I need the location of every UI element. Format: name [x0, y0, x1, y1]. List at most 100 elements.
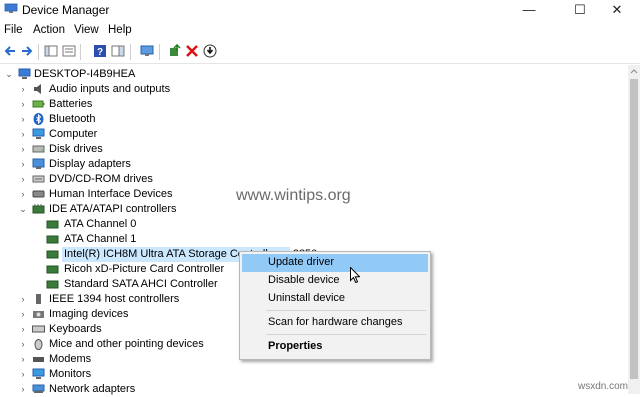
- tree-category[interactable]: › Audio inputs and outputs: [18, 82, 218, 97]
- tree-device-label: Standard SATA AHCI Controller: [64, 278, 218, 290]
- expand-arrow-icon[interactable]: ›: [18, 97, 28, 112]
- mouse-cursor-icon: [350, 267, 360, 283]
- tree-device[interactable]: Ricoh xD-Picture Card Controller: [46, 262, 246, 277]
- toolbar-separator: [38, 44, 39, 60]
- computer-icon: [18, 68, 31, 79]
- tree-device-label: ATA Channel 1: [64, 233, 137, 245]
- vertical-scrollbar[interactable]: [628, 65, 640, 394]
- show-hide-tree-icon[interactable]: [44, 44, 58, 58]
- expand-arrow-icon[interactable]: ›: [18, 172, 28, 187]
- dvd-drive-icon: [32, 175, 45, 183]
- expand-arrow-icon[interactable]: ›: [18, 292, 28, 307]
- tree-category-label: Monitors: [49, 368, 92, 380]
- speaker-icon: [34, 84, 41, 94]
- tree-category[interactable]: › Imaging devices: [18, 307, 218, 322]
- expand-arrow-icon[interactable]: ›: [18, 157, 28, 172]
- update-driver-icon[interactable]: [168, 44, 182, 58]
- ide-controller-icon: [46, 250, 59, 259]
- expand-arrow-icon[interactable]: ›: [18, 307, 28, 322]
- corner-watermark: wsxdn.com: [578, 381, 629, 392]
- tree-category[interactable]: › Modems: [18, 352, 218, 367]
- tree-category[interactable]: › Disk drives: [18, 142, 218, 157]
- hid-icon: [32, 190, 45, 198]
- ide-controller-icon: [46, 265, 59, 274]
- minimize-button[interactable]: —: [506, 0, 552, 20]
- menu-help[interactable]: Help: [108, 24, 132, 36]
- menu-action[interactable]: Action: [33, 24, 65, 36]
- tree-category[interactable]: › Monitors: [18, 367, 218, 382]
- tree-device[interactable]: Standard SATA AHCI Controller: [46, 277, 246, 292]
- uninstall-icon[interactable]: [185, 44, 199, 58]
- menu-properties[interactable]: Properties: [242, 338, 428, 356]
- tree-device-label: ATA Channel 0: [64, 218, 137, 230]
- scrollbar-track: [628, 65, 640, 394]
- tree-category-label: Keyboards: [49, 323, 102, 335]
- menu-view[interactable]: View: [74, 24, 99, 36]
- menu-disable-device[interactable]: Disable device: [242, 272, 428, 290]
- tree-category[interactable]: › Batteries: [18, 97, 218, 112]
- toolbar-separator: [80, 44, 81, 60]
- tree-category[interactable]: › Network adapters: [18, 382, 218, 397]
- tree-device[interactable]: ATA Channel 0: [46, 217, 246, 232]
- scan-hardware-icon[interactable]: [140, 44, 154, 58]
- forward-arrow-icon[interactable]: [20, 44, 34, 58]
- tree-category[interactable]: › Display adapters: [18, 157, 218, 172]
- bluetooth-icon: [33, 113, 44, 125]
- expand-arrow-icon[interactable]: ›: [18, 127, 28, 142]
- tree-category-ide[interactable]: ⌄ IDE ATA/ATAPI controllers: [18, 202, 218, 217]
- tree-category-label: Audio inputs and outputs: [49, 83, 171, 95]
- network-adapter-icon: [32, 384, 45, 393]
- menu-bar: File Action View Help: [0, 21, 640, 41]
- context-menu: Update driver Disable device Uninstall d…: [239, 251, 431, 360]
- expand-arrow-icon[interactable]: ›: [18, 337, 28, 352]
- toolbar-separator: [130, 44, 131, 60]
- help-icon[interactable]: ?: [93, 44, 107, 58]
- menu-update-driver[interactable]: Update driver: [242, 254, 428, 272]
- toolbar: ?: [0, 41, 640, 64]
- tree-root[interactable]: ⌄ DESKTOP-I4B9HEA: [4, 67, 204, 82]
- tree-category-label: Disk drives: [49, 143, 103, 155]
- tree-category[interactable]: › DVD/CD-ROM drives: [18, 172, 218, 187]
- tree-category-label: IEEE 1394 host controllers: [49, 293, 180, 305]
- menu-uninstall-device[interactable]: Uninstall device: [242, 290, 428, 308]
- tree-device-label: Ricoh xD-Picture Card Controller: [64, 263, 225, 275]
- tree-category[interactable]: › Mice and other pointing devices: [18, 337, 218, 352]
- window-title: Device Manager: [22, 3, 110, 17]
- tree-category-label: DVD/CD-ROM drives: [49, 173, 153, 185]
- menu-scan-hardware[interactable]: Scan for hardware changes: [242, 314, 428, 332]
- back-arrow-icon[interactable]: [3, 44, 17, 58]
- collapse-arrow-icon[interactable]: ⌄: [4, 67, 14, 82]
- menu-file[interactable]: File: [4, 24, 23, 36]
- tree-category[interactable]: › Computer: [18, 127, 218, 142]
- device-manager-icon: [4, 3, 18, 13]
- menu-item-label: Update driver: [268, 256, 335, 268]
- tree-category[interactable]: › Human Interface Devices: [18, 187, 218, 202]
- expand-arrow-icon[interactable]: ›: [18, 187, 28, 202]
- close-button[interactable]: ✕: [594, 0, 640, 20]
- expand-arrow-icon[interactable]: ›: [18, 322, 28, 337]
- expand-arrow-icon[interactable]: ›: [18, 382, 28, 397]
- tree-device[interactable]: ATA Channel 1: [46, 232, 246, 247]
- menu-item-label: Scan for hardware changes: [268, 316, 403, 328]
- expand-arrow-icon[interactable]: ›: [18, 82, 28, 97]
- tree-category[interactable]: › Keyboards: [18, 322, 218, 337]
- tree-category-label: Display adapters: [49, 158, 131, 170]
- collapse-arrow-icon[interactable]: ⌄: [18, 202, 28, 217]
- expand-arrow-icon[interactable]: ›: [18, 367, 28, 382]
- expand-arrow-icon[interactable]: ›: [18, 112, 28, 127]
- disable-icon[interactable]: [203, 44, 217, 58]
- monitor-icon: [32, 368, 45, 379]
- tree-category[interactable]: › IEEE 1394 host controllers: [18, 292, 218, 307]
- expand-arrow-icon[interactable]: ›: [18, 352, 28, 367]
- menu-item-label: Disable device: [268, 274, 340, 286]
- properties-icon[interactable]: [62, 44, 76, 58]
- tree-category-label: Imaging devices: [49, 308, 129, 320]
- mouse-icon: [34, 339, 43, 350]
- tree-root-label: DESKTOP-I4B9HEA: [34, 68, 136, 80]
- tree-category[interactable]: › Bluetooth: [18, 112, 218, 127]
- action-pane-icon[interactable]: [111, 44, 125, 58]
- watermark: www.wintips.org: [236, 187, 351, 204]
- tree-category-label: Human Interface Devices: [49, 188, 173, 200]
- tree-category-label: IDE ATA/ATAPI controllers: [49, 203, 177, 215]
- expand-arrow-icon[interactable]: ›: [18, 142, 28, 157]
